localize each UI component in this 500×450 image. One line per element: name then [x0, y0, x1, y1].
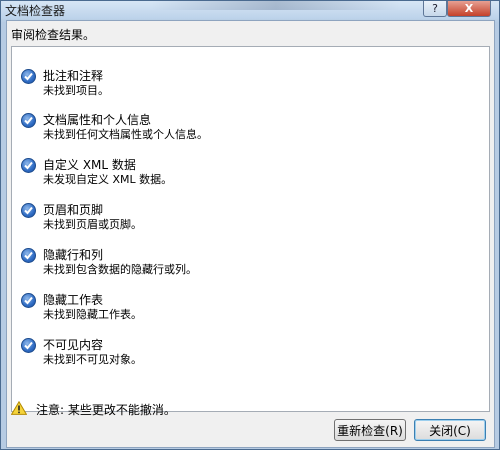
document-inspector-window: 文档检查器 ? X 审阅检查结果。 批注和注释 未找到项目。 文档属性和个人信息 [0, 0, 500, 450]
close-button[interactable]: 关闭(C) [414, 419, 486, 441]
title-bar[interactable]: 文档检查器 ? X [1, 1, 499, 19]
result-desc: 未发现自定义 XML 数据。 [43, 173, 173, 186]
reinspect-button[interactable]: 重新检查(R) [334, 419, 406, 441]
result-item-custom-xml: 自定义 XML 数据 未发现自定义 XML 数据。 [12, 156, 489, 200]
help-button[interactable]: ? [423, 1, 447, 17]
result-desc: 未找到项目。 [43, 84, 109, 97]
result-item-doc-properties: 文档属性和个人信息 未找到任何文档属性或个人信息。 [12, 111, 489, 155]
check-icon [21, 158, 36, 173]
check-icon [21, 293, 36, 308]
result-item-hidden-sheets: 隐藏工作表 未找到隐藏工作表。 [12, 291, 489, 335]
result-item-header-footer: 页眉和页脚 未找到页眉或页脚。 [12, 201, 489, 245]
result-item-invisible-content: 不可见内容 未找到不可见对象。 [12, 336, 489, 380]
result-desc: 未找到不可见对象。 [43, 353, 142, 366]
results-heading: 审阅检查结果。 [11, 28, 96, 42]
check-icon [21, 113, 36, 128]
window-close-button[interactable]: X [447, 1, 491, 17]
check-icon [21, 248, 36, 263]
warning-text: 注意: 某些更改不能撤消。 [36, 403, 176, 417]
window-title: 文档检查器 [5, 4, 66, 18]
result-desc: 未找到任何文档属性或个人信息。 [43, 128, 208, 141]
result-item-comments: 批注和注释 未找到项目。 [12, 67, 489, 111]
dialog-body: 审阅检查结果。 批注和注释 未找到项目。 文档属性和个人信息 未找到任何文档属性… [6, 20, 495, 448]
check-icon [21, 338, 36, 353]
results-list[interactable]: 批注和注释 未找到项目。 文档属性和个人信息 未找到任何文档属性或个人信息。 自… [11, 46, 490, 412]
check-icon [21, 69, 36, 84]
result-desc: 未找到页眉或页脚。 [43, 218, 142, 231]
warning-icon [11, 401, 27, 415]
help-icon: ? [432, 2, 438, 15]
blurred-title-region [151, 1, 401, 10]
result-desc: 未找到隐藏工作表。 [43, 308, 142, 321]
result-item-hidden-rows-cols: 隐藏行和列 未找到包含数据的隐藏行或列。 [12, 246, 489, 290]
check-icon [21, 203, 36, 218]
close-icon: X [464, 2, 474, 15]
result-desc: 未找到包含数据的隐藏行或列。 [43, 263, 197, 276]
